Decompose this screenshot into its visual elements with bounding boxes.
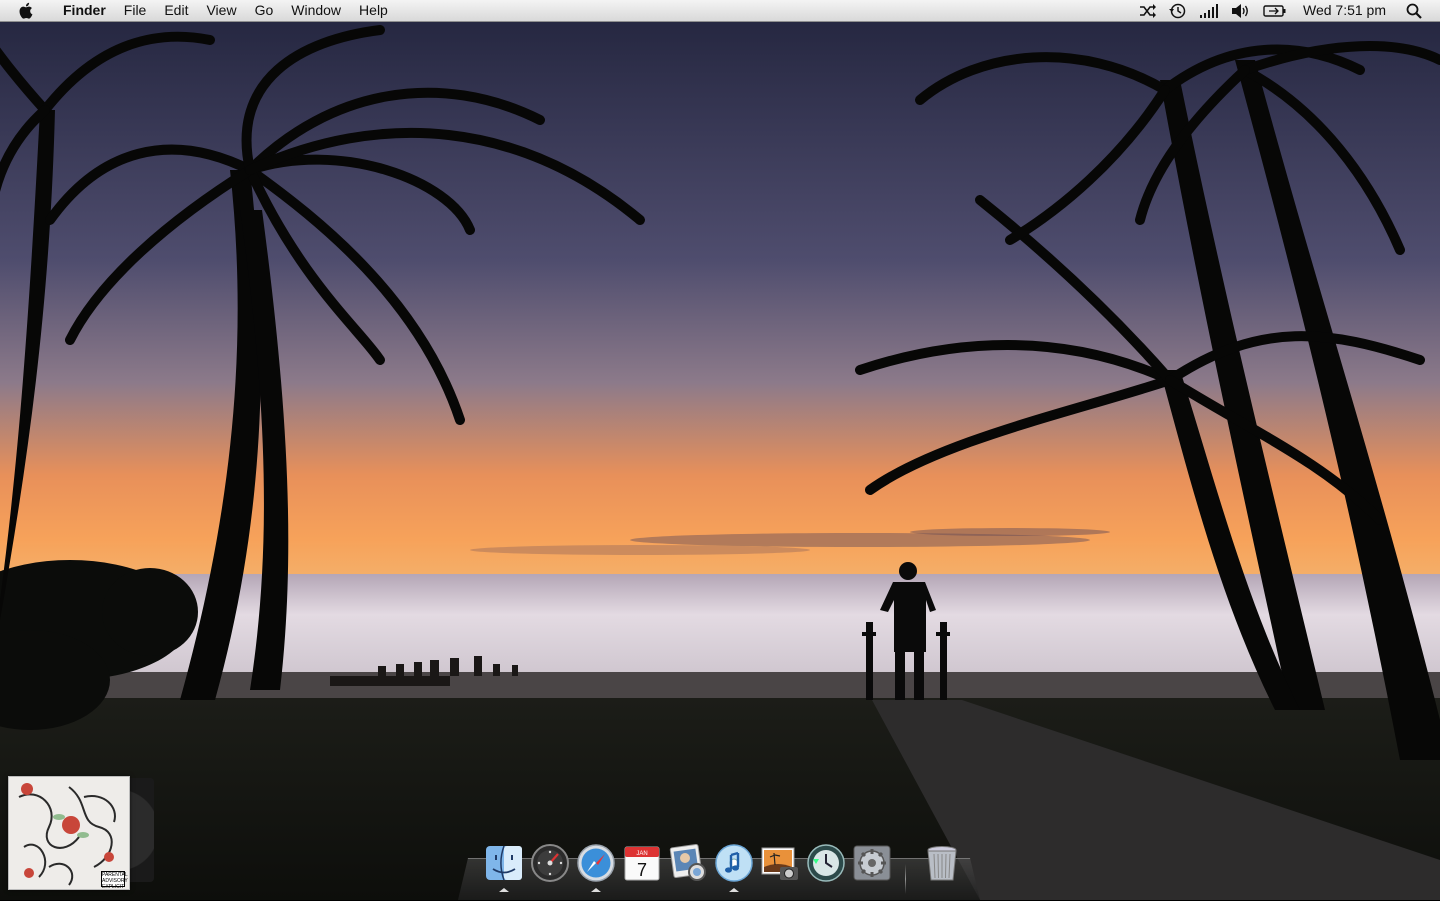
- dock-item-system-preferences[interactable]: [852, 843, 892, 883]
- battery-icon: [1263, 4, 1286, 17]
- finder-icon: [486, 845, 522, 881]
- album-cover: PARENTAL ADVISORY EXPLICIT CONTENT: [8, 776, 130, 890]
- running-indicator: [499, 888, 509, 892]
- menu-finder[interactable]: Finder: [54, 0, 115, 21]
- menu-help[interactable]: Help: [350, 0, 397, 21]
- shuffle-menu[interactable]: [1133, 0, 1163, 21]
- trash-icon: [927, 846, 957, 881]
- menu-view[interactable]: View: [197, 0, 245, 21]
- time-machine-icon: [1168, 3, 1186, 18]
- menu-edit[interactable]: Edit: [155, 0, 197, 21]
- menu-bar: Finder File Edit View Go Window Help Wed…: [0, 0, 1440, 22]
- dock-item-trash[interactable]: [922, 843, 962, 883]
- time-machine-app-icon: [807, 844, 845, 882]
- itunes-icon: [715, 844, 753, 882]
- dock-item-finder[interactable]: [484, 843, 524, 892]
- dock-item-ical[interactable]: JAN 7: [622, 843, 662, 883]
- menu-file[interactable]: File: [115, 0, 156, 21]
- dashboard-icon: [531, 844, 569, 882]
- ical-day: 7: [637, 860, 647, 880]
- photo-viewer-icon: [669, 843, 706, 881]
- running-indicator: [729, 888, 739, 892]
- dock-item-time-machine[interactable]: [806, 843, 846, 883]
- airport-menu[interactable]: [1193, 0, 1225, 21]
- signal-bars-icon: [1199, 3, 1218, 18]
- calendar-icon: JAN 7: [624, 846, 660, 881]
- volume-icon: [1231, 3, 1248, 18]
- dock-item-itunes[interactable]: [714, 843, 754, 892]
- dock: JAN 7: [458, 836, 980, 900]
- dock-item-preview[interactable]: [668, 843, 708, 883]
- menu-window[interactable]: Window: [282, 0, 350, 21]
- dock-item-safari[interactable]: [576, 843, 616, 892]
- desktop-wallpaper: [0, 0, 1440, 900]
- apple-logo-icon: [19, 2, 33, 19]
- time-machine-menu[interactable]: [1163, 0, 1193, 21]
- dock-separator: [905, 864, 906, 894]
- menu-go[interactable]: Go: [246, 0, 283, 21]
- now-playing-widget[interactable]: PARENTAL ADVISORY EXPLICIT CONTENT: [8, 776, 154, 890]
- volume-menu[interactable]: [1225, 0, 1257, 21]
- ical-month: JAN: [636, 851, 647, 857]
- spotlight-icon: [1406, 3, 1422, 19]
- dock-item-dashboard[interactable]: [530, 843, 570, 883]
- spotlight-menu[interactable]: [1400, 0, 1440, 21]
- dock-item-iphoto[interactable]: [760, 843, 800, 883]
- running-indicator: [591, 888, 601, 892]
- safari-icon: [577, 844, 615, 882]
- iphoto-icon: [761, 847, 798, 880]
- apple-menu[interactable]: [0, 0, 54, 21]
- menubar-clock[interactable]: Wed 7:51 pm: [1293, 0, 1400, 21]
- parental-advisory-label: PARENTAL ADVISORY EXPLICIT CONTENT: [101, 871, 128, 890]
- gear-icon: [853, 845, 891, 881]
- shuffle-icon: [1139, 3, 1156, 18]
- battery-menu[interactable]: [1257, 0, 1293, 21]
